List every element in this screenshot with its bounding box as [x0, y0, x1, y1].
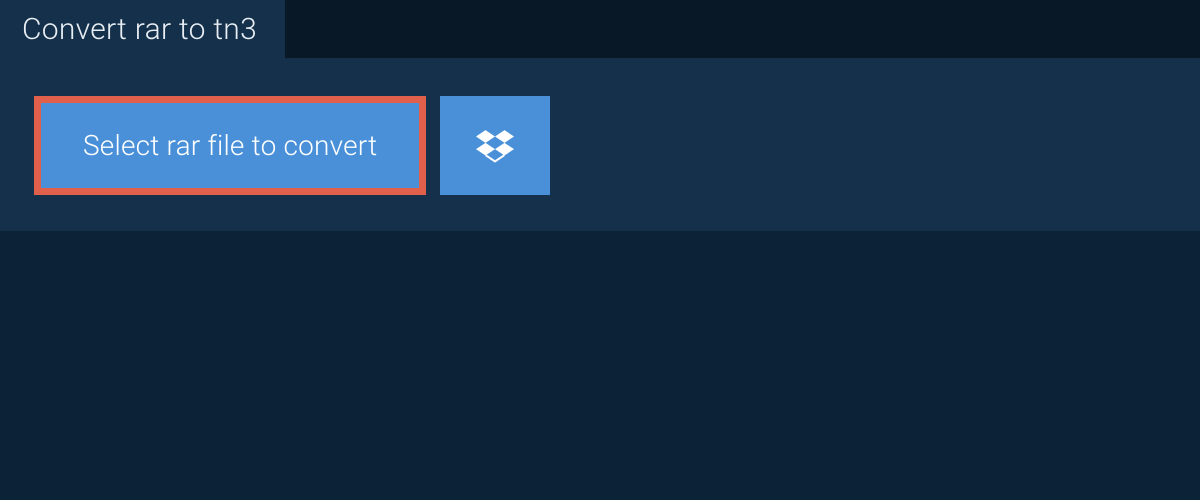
- select-file-label: Select rar file to convert: [83, 129, 377, 162]
- dropbox-button[interactable]: [440, 96, 550, 195]
- bottom-area: [0, 231, 1200, 431]
- page-title-tab: Convert rar to tn3: [0, 0, 285, 59]
- page-title: Convert rar to tn3: [22, 12, 257, 47]
- select-file-button[interactable]: Select rar file to convert: [34, 96, 426, 195]
- converter-card: Convert rar to tn3 Select rar file to co…: [0, 58, 1200, 231]
- dropbox-icon: [476, 127, 514, 165]
- action-row: Select rar file to convert: [0, 58, 1200, 195]
